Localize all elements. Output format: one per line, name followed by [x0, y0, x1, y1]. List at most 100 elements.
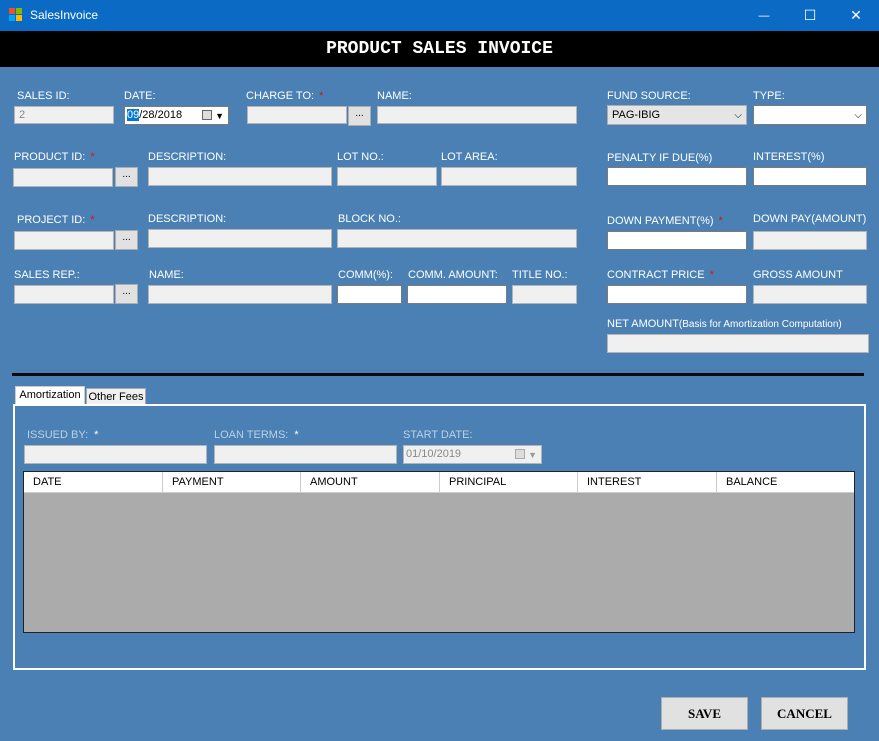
date-month-segment: 09: [127, 109, 140, 121]
lot-area-field[interactable]: [441, 167, 577, 186]
lot-area-label: LOT AREA:: [441, 151, 498, 163]
lot-no-label: LOT NO.:: [337, 151, 384, 163]
calendar-icon: [515, 449, 525, 459]
fund-source-value: PAG-IBIG: [612, 109, 661, 121]
project-description-label: DESCRIPTION:: [148, 213, 227, 225]
required-marker: *: [94, 429, 99, 441]
minimize-button[interactable]: —: [741, 0, 787, 31]
charge-to-name-field[interactable]: [377, 106, 577, 124]
net-amount-field[interactable]: [607, 334, 869, 353]
required-marker: *: [90, 151, 95, 163]
minimize-icon: —: [758, 9, 770, 22]
comm-pct-label: COMM(%):: [338, 269, 393, 281]
title-no-field[interactable]: [512, 285, 577, 304]
chevron-down-icon: ▼: [528, 450, 537, 460]
chevron-down-icon: ▼: [215, 111, 224, 121]
column-header-balance[interactable]: BALANCE: [717, 472, 854, 492]
product-id-label: PRODUCT ID: *: [14, 151, 95, 164]
sales-id-label: SALES ID:: [17, 90, 70, 102]
loan-terms-label-text: LOAN TERMS:: [214, 429, 289, 441]
gross-amount-label: GROSS AMOUNT: [753, 269, 843, 281]
start-date-picker[interactable]: 01/10/2019 ▼: [403, 445, 542, 464]
interest-label: INTEREST(%): [753, 151, 825, 163]
issued-by-label-text: ISSUED BY:: [27, 429, 89, 441]
project-browse-button[interactable]: ...: [115, 230, 138, 250]
start-date-value: 01/10/2019: [406, 448, 462, 460]
date-label: DATE:: [124, 90, 156, 102]
column-header-interest[interactable]: INTEREST: [578, 472, 717, 492]
required-marker: *: [709, 269, 714, 281]
date-rest-segment: /28/2018: [139, 109, 183, 121]
sales-rep-name-label: NAME:: [149, 269, 184, 281]
invoice-form: SALES ID: 2 DATE: 09/28/2018 ▼ CHARGE TO…: [0, 67, 879, 741]
project-id-field[interactable]: [14, 231, 114, 250]
start-date-label: START DATE:: [403, 429, 473, 441]
sales-id-field[interactable]: 2: [14, 106, 114, 124]
sales-rep-field[interactable]: [14, 285, 114, 304]
contract-price-field[interactable]: [607, 285, 747, 304]
column-header-principal[interactable]: PRINCIPAL: [440, 472, 578, 492]
chevron-down-icon: ⌵: [854, 110, 862, 121]
close-icon: ✕: [850, 7, 862, 23]
lot-no-field[interactable]: [337, 167, 437, 186]
column-header-payment[interactable]: PAYMENT: [163, 472, 301, 492]
save-button[interactable]: SAVE: [661, 697, 748, 730]
sales-rep-name-field[interactable]: [148, 285, 332, 304]
tab-other-fees[interactable]: Other Fees: [86, 388, 146, 405]
required-marker: *: [90, 214, 95, 226]
comm-amount-field[interactable]: [407, 285, 507, 304]
block-no-label: BLOCK NO.:: [338, 213, 401, 225]
issued-by-label: ISSUED BY: *: [27, 429, 98, 442]
penalty-field[interactable]: [607, 167, 747, 186]
project-id-label: PROJECT ID: *: [17, 214, 95, 227]
sales-rep-browse-button[interactable]: ...: [115, 284, 138, 304]
fund-source-select[interactable]: PAG-IBIG ⌵: [607, 105, 747, 125]
section-divider: [12, 373, 864, 376]
product-browse-button[interactable]: ...: [115, 167, 138, 187]
required-marker: *: [718, 215, 723, 227]
title-bar: SalesInvoice — ☐ ✕: [0, 0, 879, 31]
column-header-amount[interactable]: AMOUNT: [301, 472, 440, 492]
charge-to-name-label: NAME:: [377, 90, 412, 102]
charge-to-label: CHARGE TO: *: [246, 90, 323, 103]
close-button[interactable]: ✕: [833, 0, 879, 31]
net-amount-label: NET AMOUNT(Basis for Amortization Comput…: [607, 318, 842, 331]
type-select[interactable]: ⌵: [753, 105, 867, 125]
charge-to-field[interactable]: [247, 106, 347, 124]
page-title-banner: PRODUCT SALES INVOICE: [0, 31, 879, 67]
loan-terms-label: LOAN TERMS: *: [214, 429, 299, 442]
comm-pct-field[interactable]: [337, 285, 402, 304]
product-id-label-text: PRODUCT ID:: [14, 151, 86, 163]
charge-to-label-text: CHARGE TO:: [246, 90, 315, 102]
project-description-field[interactable]: [148, 229, 332, 248]
amortization-grid[interactable]: DATE PAYMENT AMOUNT PRINCIPAL INTEREST B…: [23, 471, 855, 633]
calendar-icon: [202, 110, 212, 120]
sales-rep-label: SALES REP.:: [14, 269, 80, 281]
fund-source-label: FUND SOURCE:: [607, 90, 691, 102]
penalty-label: PENALTY IF DUE(%): [607, 152, 713, 164]
charge-to-browse-button[interactable]: ...: [348, 106, 371, 126]
block-no-field[interactable]: [337, 229, 577, 248]
product-id-field[interactable]: [13, 168, 113, 187]
date-picker[interactable]: 09/28/2018 ▼: [124, 106, 229, 125]
column-header-date[interactable]: DATE: [24, 472, 163, 492]
maximize-button[interactable]: ☐: [787, 0, 833, 31]
loan-terms-field[interactable]: [214, 445, 397, 464]
down-pay-amount-field[interactable]: [753, 231, 867, 250]
comm-amount-label: COMM. AMOUNT:: [408, 269, 498, 281]
cancel-button[interactable]: CANCEL: [761, 697, 848, 730]
gross-amount-field[interactable]: [753, 285, 867, 304]
interest-field[interactable]: [753, 167, 867, 186]
contract-price-label-text: CONTRACT PRICE: [607, 269, 705, 281]
issued-by-field[interactable]: [24, 445, 207, 464]
type-label: TYPE:: [753, 90, 785, 102]
product-description-field[interactable]: [148, 167, 332, 186]
chevron-down-icon: ⌵: [734, 110, 742, 121]
product-description-label: DESCRIPTION:: [148, 151, 227, 163]
required-marker: *: [294, 429, 299, 441]
down-payment-pct-field[interactable]: [607, 231, 747, 250]
net-amount-label-text: NET AMOUNT: [607, 318, 679, 330]
tab-amortization[interactable]: Amortization: [15, 386, 85, 405]
project-id-label-text: PROJECT ID:: [17, 214, 86, 226]
down-payment-pct-label-text: DOWN PAYMENT(%): [607, 215, 714, 227]
